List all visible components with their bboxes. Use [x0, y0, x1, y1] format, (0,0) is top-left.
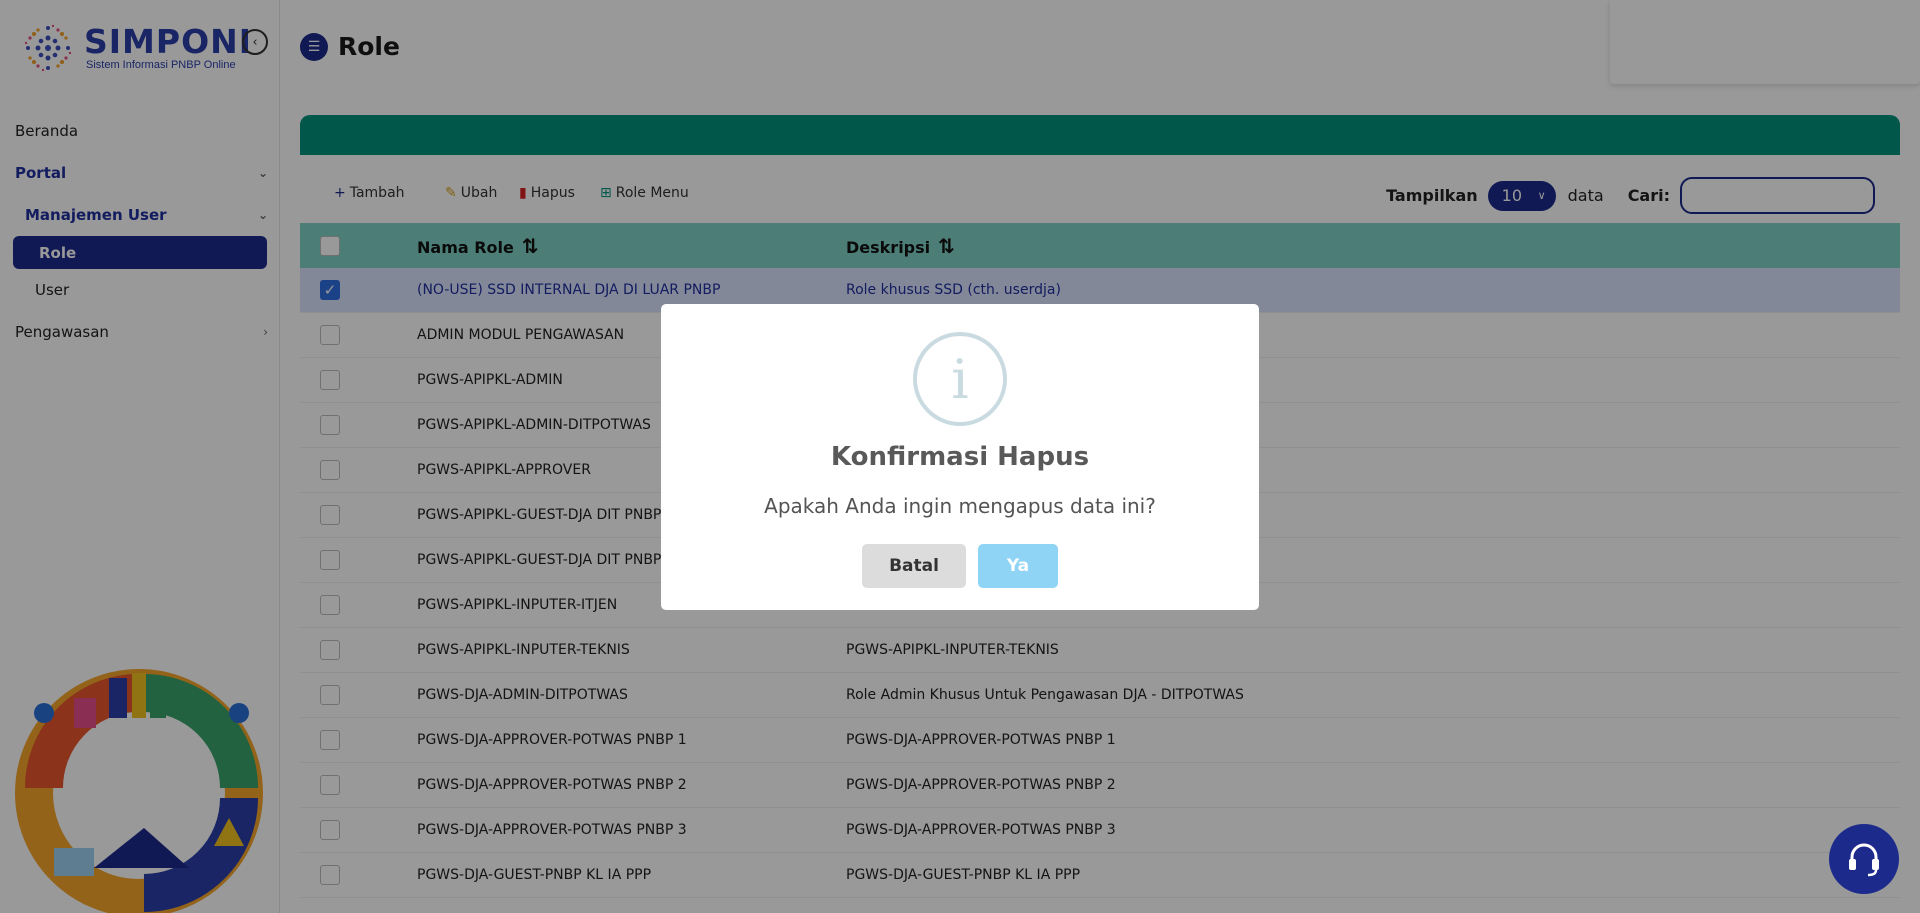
- confirm-button[interactable]: Ya: [978, 544, 1058, 588]
- info-icon: i: [913, 332, 1007, 426]
- help-button[interactable]: [1829, 824, 1899, 894]
- headset-icon: [1849, 843, 1879, 877]
- confirm-delete-dialog: i Konfirmasi Hapus Apakah Anda ingin men…: [661, 304, 1259, 610]
- dialog-message: Apakah Anda ingin mengapus data ini?: [764, 494, 1156, 518]
- dialog-title: Konfirmasi Hapus: [830, 442, 1090, 472]
- cancel-button[interactable]: Batal: [862, 544, 966, 588]
